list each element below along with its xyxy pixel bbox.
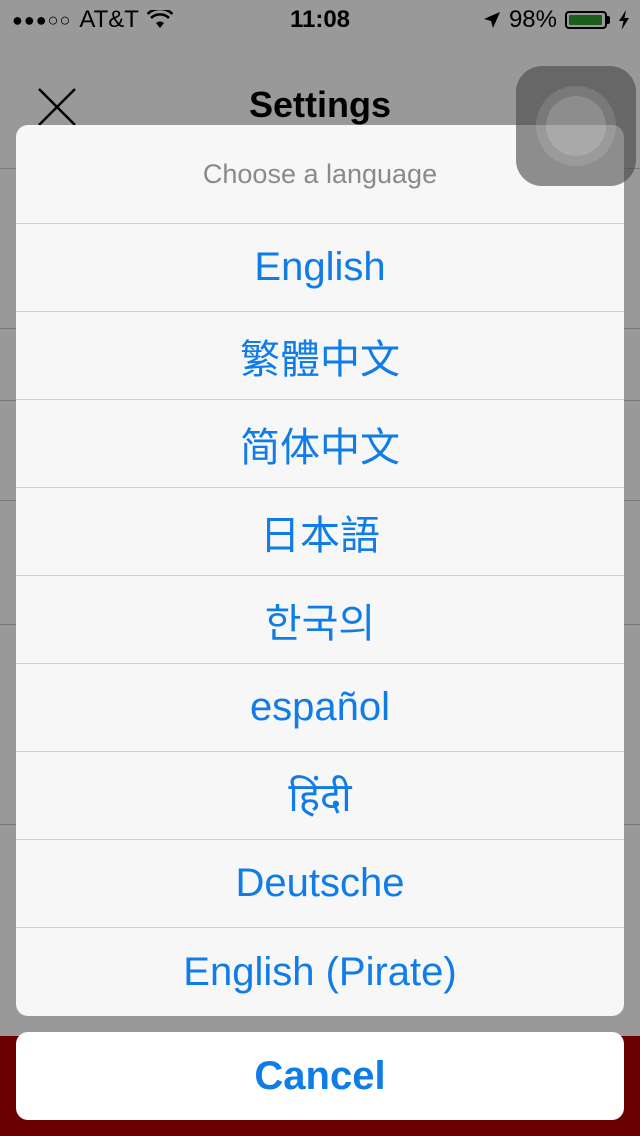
assistive-touch-button[interactable] xyxy=(516,66,636,186)
language-option-traditional-chinese[interactable]: 繁體中文 xyxy=(16,312,624,400)
language-option-japanese[interactable]: 日本語 xyxy=(16,488,624,576)
language-option-english-pirate[interactable]: English (Pirate) xyxy=(16,928,624,1016)
language-action-sheet: Choose a language English 繁體中文 简体中文 日本語 … xyxy=(16,125,624,1016)
assistive-touch-icon xyxy=(546,96,606,156)
cancel-button[interactable]: Cancel xyxy=(16,1032,624,1120)
language-option-korean[interactable]: 한국의 xyxy=(16,576,624,664)
screen: ●●●○○ AT&T 11:08 98% Settings Choose a l… xyxy=(0,0,640,1136)
language-option-hindi[interactable]: हिंदी xyxy=(16,752,624,840)
language-option-spanish[interactable]: español xyxy=(16,664,624,752)
language-option-simplified-chinese[interactable]: 简体中文 xyxy=(16,400,624,488)
language-option-german[interactable]: Deutsche xyxy=(16,840,624,928)
language-option-english[interactable]: English xyxy=(16,224,624,312)
